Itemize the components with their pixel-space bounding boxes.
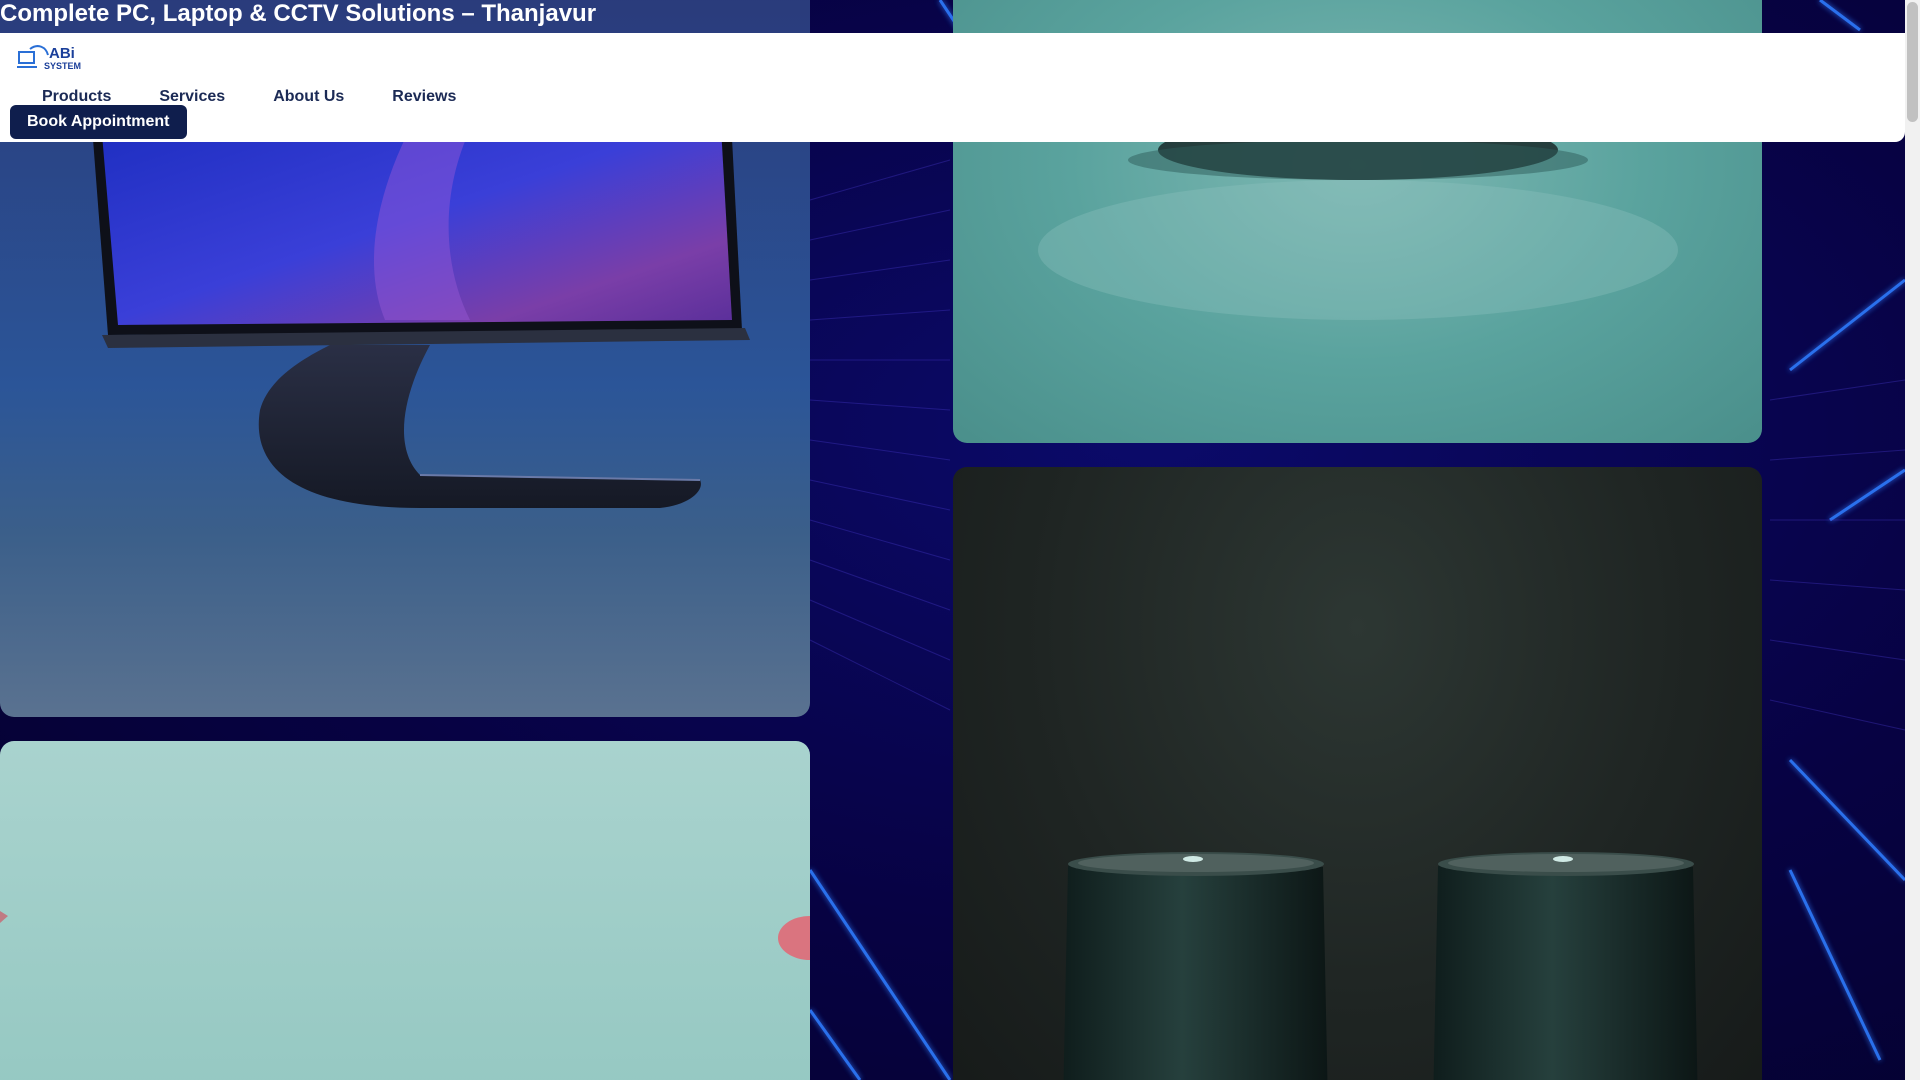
nav-reviews[interactable]: Reviews xyxy=(376,88,456,106)
abi-system-logo[interactable]: ABi SYSTEM xyxy=(16,43,102,71)
scrollbar-thumb[interactable] xyxy=(1907,2,1918,122)
smart-speakers-image xyxy=(953,467,1762,1080)
site-header: ABi SYSTEM Products Services About Us Re… xyxy=(0,33,1905,142)
main-nav: Products Services About Us Reviews xyxy=(26,88,456,106)
page-title: Complete PC, Laptop & CCTV Solutions – T… xyxy=(0,0,597,27)
page-scrollbar[interactable] xyxy=(1905,0,1920,1080)
logo-subtitle: SYSTEM xyxy=(44,61,81,71)
nav-about-us[interactable]: About Us xyxy=(257,88,344,106)
nav-services[interactable]: Services xyxy=(143,88,225,106)
nav-products[interactable]: Products xyxy=(26,88,111,106)
mint-surface-image xyxy=(0,741,810,1080)
logo-wordmark: ABi xyxy=(49,45,75,62)
book-appointment-button[interactable]: Book Appointment xyxy=(10,105,187,139)
